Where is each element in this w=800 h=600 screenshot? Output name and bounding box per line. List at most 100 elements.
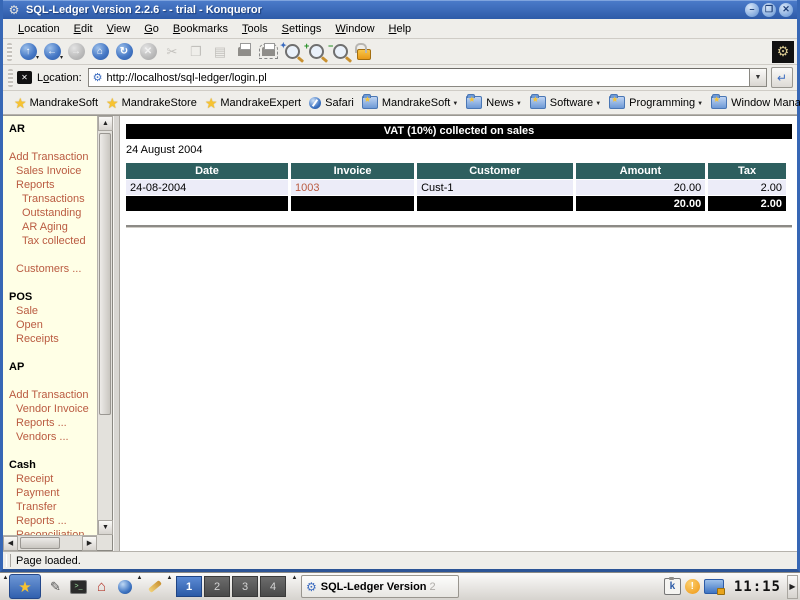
sidebar-item-receipts[interactable]: Receipts bbox=[9, 332, 95, 346]
bookmark-safari[interactable]: Safari bbox=[306, 96, 359, 110]
toolbar-grip[interactable] bbox=[8, 69, 13, 87]
bookmark-folder-news[interactable]: News▼ bbox=[463, 95, 526, 110]
column-header-invoice[interactable]: Invoice bbox=[291, 163, 414, 179]
panel-clock[interactable]: 11:15 bbox=[734, 579, 781, 595]
scroll-left-icon[interactable]: ◀ bbox=[3, 536, 18, 551]
terminal-launcher[interactable]: >_ bbox=[68, 576, 89, 598]
scroll-thumb[interactable] bbox=[99, 133, 111, 415]
location-dropdown-icon[interactable]: ▼ bbox=[750, 68, 767, 87]
menu-go[interactable]: Go bbox=[137, 21, 166, 37]
panel-hide-arrow-icon[interactable]: ▶ bbox=[787, 575, 798, 599]
url-text[interactable]: http://localhost/sql-ledger/login.pl bbox=[107, 72, 747, 84]
sidebar-vertical-scrollbar[interactable]: ▲ ▼ bbox=[97, 116, 112, 535]
sidebar-item-payment[interactable]: Payment bbox=[9, 486, 95, 500]
find-button[interactable]: ✦ bbox=[280, 41, 304, 63]
print-button[interactable] bbox=[232, 41, 256, 63]
bookmark-label: Window Manager bbox=[731, 97, 800, 109]
applet-handle[interactable]: ▲ bbox=[166, 574, 173, 599]
menu-view[interactable]: View bbox=[100, 21, 138, 37]
scroll-thumb[interactable] bbox=[20, 537, 60, 549]
sidebar-item-reconciliation[interactable]: Reconciliation bbox=[9, 528, 95, 535]
display-lock-icon[interactable] bbox=[704, 579, 724, 594]
print-frame-button[interactable] bbox=[256, 41, 280, 63]
go-button[interactable]: ↵ bbox=[771, 67, 793, 88]
menu-settings[interactable]: Settings bbox=[275, 21, 329, 37]
sidebar-item-add-transaction-ap[interactable]: Add Transaction bbox=[9, 388, 95, 402]
applet-handle[interactable]: ▲ bbox=[136, 574, 143, 599]
applet-handle[interactable]: ▲ bbox=[291, 574, 298, 599]
menu-bookmarks[interactable]: Bookmarks bbox=[166, 21, 235, 37]
invoice-link[interactable]: 1003 bbox=[295, 182, 319, 194]
bookmark-mandrakestore[interactable]: ★MandrakeStore bbox=[103, 95, 202, 111]
column-header-tax[interactable]: Tax bbox=[708, 163, 786, 179]
bookmark-folder-window-manager[interactable]: Window Manager▼ bbox=[708, 95, 800, 110]
bookmark-mandrakesoft[interactable]: ★MandrakeSoft bbox=[11, 95, 103, 111]
sidebar-item-open[interactable]: Open bbox=[9, 318, 95, 332]
sidebar-item-outstanding[interactable]: Outstanding bbox=[9, 206, 95, 220]
zoom-out-button[interactable]: − bbox=[328, 41, 352, 63]
klipper-icon[interactable]: k bbox=[664, 578, 681, 595]
applet-handle[interactable]: ▲ bbox=[2, 574, 9, 599]
sidebar-item-transactions[interactable]: Transactions bbox=[9, 192, 95, 206]
column-header-customer[interactable]: Customer bbox=[417, 163, 573, 179]
maximize-button[interactable]: ❐ bbox=[762, 3, 776, 17]
konqueror-window-icon: ⚙ bbox=[7, 3, 21, 17]
sidebar-item-add-transaction[interactable]: Add Transaction bbox=[9, 150, 95, 164]
sidebar-item-vendors[interactable]: Vendors ... bbox=[9, 430, 95, 444]
titlebar[interactable]: ⚙ SQL-Ledger Version 2.2.6 - - trial - K… bbox=[3, 0, 797, 19]
menu-edit[interactable]: Edit bbox=[67, 21, 100, 37]
up-button[interactable]: ↑▾ bbox=[16, 41, 40, 63]
scroll-track[interactable] bbox=[98, 131, 112, 520]
pager-desktop-2[interactable]: 2 bbox=[204, 576, 230, 597]
bookmark-folder-icon bbox=[609, 96, 625, 109]
column-header-date[interactable]: Date bbox=[126, 163, 288, 179]
clear-location-icon[interactable]: ✕ bbox=[17, 71, 32, 84]
reload-button[interactable]: ↻ bbox=[112, 41, 136, 63]
back-button[interactable]: ←▾ bbox=[40, 41, 64, 63]
sidebar-item-sale[interactable]: Sale bbox=[9, 304, 95, 318]
sidebar-item-reports[interactable]: Reports bbox=[9, 178, 95, 192]
location-input[interactable]: ⚙ http://localhost/sql-ledger/login.pl bbox=[88, 68, 750, 87]
task-button-sql-ledger[interactable]: ⚙ SQL-Ledger Version 2 bbox=[301, 575, 459, 598]
desktop-brush-launcher[interactable] bbox=[144, 576, 165, 598]
toolbar-grip[interactable] bbox=[7, 43, 12, 61]
sidebar-item-sales-invoice[interactable]: Sales Invoice bbox=[9, 164, 95, 178]
chevron-down-icon: ▼ bbox=[697, 101, 703, 109]
sidebar-item-customers[interactable]: Customers ... bbox=[9, 262, 95, 276]
sidebar-item-tax-collected[interactable]: Tax collected bbox=[9, 234, 95, 248]
minimize-button[interactable]: – bbox=[745, 3, 759, 17]
scroll-track[interactable] bbox=[18, 536, 82, 550]
scroll-up-icon[interactable]: ▲ bbox=[98, 116, 113, 131]
frame-splitter[interactable] bbox=[113, 116, 120, 551]
pager-desktop-4[interactable]: 4 bbox=[260, 576, 286, 597]
bookmark-folder-programming[interactable]: Programming▼ bbox=[606, 95, 708, 110]
sidebar-item-cash-reports[interactable]: Reports ... bbox=[9, 514, 95, 528]
update-alert-icon[interactable]: ! bbox=[685, 579, 700, 594]
menu-location[interactable]: Location bbox=[11, 21, 67, 37]
sidebar-item-transfer[interactable]: Transfer bbox=[9, 500, 95, 514]
close-button[interactable]: ✕ bbox=[779, 3, 793, 17]
home-button[interactable]: ⌂ bbox=[88, 41, 112, 63]
bookmark-folder-software[interactable]: Software▼ bbox=[527, 95, 606, 110]
zoom-in-button[interactable]: + bbox=[304, 41, 328, 63]
pager-desktop-1[interactable]: 1 bbox=[176, 576, 202, 597]
scroll-right-icon[interactable]: ▶ bbox=[82, 536, 97, 551]
config-tool-launcher[interactable]: ✎ bbox=[45, 576, 66, 598]
sidebar-horizontal-scrollbar[interactable]: ◀ ▶ bbox=[3, 535, 97, 550]
konqueror-launcher[interactable] bbox=[114, 576, 135, 598]
sidebar-item-receipt[interactable]: Receipt bbox=[9, 472, 95, 486]
bookmark-mandrakeexpert[interactable]: ★MandrakeExpert bbox=[202, 95, 306, 111]
sidebar-item-vendor-invoice[interactable]: Vendor Invoice bbox=[9, 402, 95, 416]
sidebar-item-ar-aging[interactable]: AR Aging bbox=[9, 220, 95, 234]
sidebar-item-ap-reports[interactable]: Reports ... bbox=[9, 416, 95, 430]
column-header-amount[interactable]: Amount bbox=[576, 163, 706, 179]
menu-window[interactable]: Window bbox=[328, 21, 381, 37]
scroll-down-icon[interactable]: ▼ bbox=[98, 520, 113, 535]
home-launcher[interactable]: ⌂ bbox=[91, 576, 112, 598]
pager-desktop-3[interactable]: 3 bbox=[232, 576, 258, 597]
bookmark-folder-mandrakesoft[interactable]: MandrakeSoft▼ bbox=[359, 95, 463, 110]
menu-tools[interactable]: Tools bbox=[235, 21, 275, 37]
k-menu-button[interactable]: ★ bbox=[9, 574, 41, 599]
menu-help[interactable]: Help bbox=[382, 21, 419, 37]
security-lock-icon[interactable] bbox=[352, 41, 376, 63]
